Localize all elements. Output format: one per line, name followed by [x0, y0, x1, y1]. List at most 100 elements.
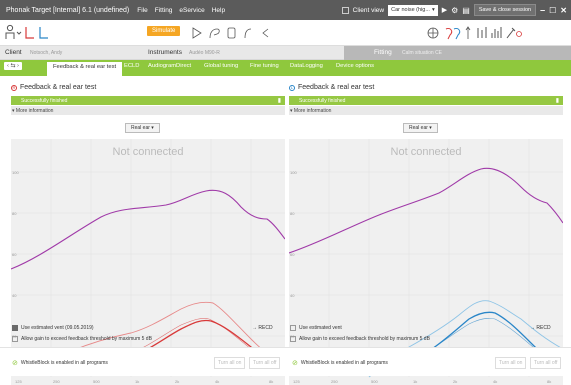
right-whistleblock: ⊘ WhistleBlock is enabled in all program…: [292, 359, 388, 367]
right-vent-checkbox[interactable]: [12, 325, 18, 331]
x-tick: 500: [93, 379, 100, 384]
left-panel-title-text: Feedback & real ear test: [298, 84, 375, 91]
right-ear-badge: R: [11, 84, 17, 91]
y-tick: 100: [290, 170, 297, 175]
instruments-label: Instruments: [148, 49, 182, 56]
right-recd-label: → RECD: [252, 325, 273, 331]
left-whistleblock: ⊘ WhistleBlock is enabled in all program…: [12, 359, 108, 367]
left-vent-checkbox[interactable]: [290, 325, 296, 331]
right-gain-checkbox[interactable]: [12, 336, 18, 342]
tab-datalogging[interactable]: DataLogging: [290, 63, 323, 69]
tab-feedback-real-ear[interactable]: Feedback & real ear test: [47, 62, 123, 76]
right-view-dropdown[interactable]: Real ear ▾: [125, 123, 160, 133]
left-whistleblock-text: WhistleBlock is enabled in all programs: [20, 360, 108, 366]
trash-icon[interactable]: ▮: [556, 97, 559, 104]
y-tick: 40: [290, 293, 295, 298]
right-vent-label: Use estimated vent (09.05.2019): [21, 325, 94, 331]
client-label: Client: [5, 49, 22, 56]
left-not-connected-watermark: Not connected: [391, 146, 462, 158]
left-ear-panel: L Feedback & real ear test Successfully …: [286, 78, 563, 385]
tabs-bar: ‹ ⇆ › Feedback & real ear test ECLD Audi…: [0, 60, 571, 76]
minimize-icon[interactable]: –: [540, 5, 545, 15]
titlebar-controls: Client view Car noise (hig... ▾ ▶ ⚙ ▤ Sa…: [341, 3, 567, 17]
media-icons: [192, 27, 269, 39]
noise-dropdown[interactable]: Car noise (hig... ▾: [388, 4, 438, 16]
client-view-checkbox[interactable]: [341, 6, 349, 14]
left-status-text: Successfully finished: [299, 97, 346, 104]
left-more-info[interactable]: ▾ More information: [290, 108, 331, 114]
chevron-down-icon: ▾: [431, 7, 435, 13]
x-tick: 8k: [547, 379, 551, 384]
right-turn-all-off-button[interactable]: Turn all off: [530, 357, 562, 369]
right-ear-title: R Feedback & real ear test: [11, 84, 96, 91]
left-turn-all-off-button[interactable]: Turn all off: [249, 357, 281, 369]
right-panel-title-text: Feedback & real ear test: [20, 84, 97, 91]
menu-bar: File Fitting eService Help: [137, 7, 225, 14]
client-name[interactable]: Notsoch, Andy: [30, 50, 62, 56]
left-view-dropdown-value: Real ear: [409, 125, 428, 131]
settings-icon[interactable]: ⚙: [451, 6, 458, 15]
x-tick: 4k: [493, 379, 497, 384]
y-tick: 80: [290, 211, 295, 216]
title-bar: Phonak Target [Internal] 6.1 (undefined)…: [0, 0, 571, 20]
x-tick: 250: [331, 379, 338, 384]
menu-eservice[interactable]: eService: [179, 7, 204, 14]
left-recd-link[interactable]: → RECD: [530, 325, 551, 331]
fitting-tools-icons: [427, 26, 522, 40]
right-ear-panel: R Feedback & real ear test Successfully …: [8, 78, 285, 385]
right-more-info[interactable]: ▾ More information: [12, 108, 53, 114]
x-tick: 8k: [269, 379, 273, 384]
right-status-text: Successfully finished: [21, 97, 68, 104]
save-close-button[interactable]: Save & close session: [473, 4, 537, 16]
left-vent-label: Use estimated vent: [299, 325, 342, 331]
x-tick: 2k: [453, 379, 457, 384]
left-gain-label: Allow gain to exceed feedback threshold …: [299, 336, 430, 342]
left-status-bar: Successfully finished ▮: [289, 96, 563, 105]
instruments-value[interactable]: Audéo M90-R: [189, 50, 220, 56]
check-circle-icon: ⊘: [292, 360, 298, 367]
right-not-connected-watermark: Not connected: [113, 146, 184, 158]
save-close-label: Save & close session: [478, 7, 532, 13]
menu-fitting[interactable]: Fitting: [155, 7, 173, 14]
right-vent-option[interactable]: Use estimated vent (09.05.2019): [12, 325, 94, 331]
x-tick: 1k: [135, 379, 139, 384]
client-view-label: Client view: [352, 6, 385, 14]
nav-arrows-button[interactable]: ‹ ⇆ ›: [4, 62, 22, 70]
check-circle-icon: ⊘: [12, 360, 18, 367]
x-tick: 1k: [413, 379, 417, 384]
right-footer: ⊘ WhistleBlock is enabled in all program…: [286, 347, 571, 376]
notes-icon[interactable]: ▤: [462, 6, 470, 15]
y-tick: 60: [12, 252, 17, 257]
fitting-value: Calm situation CE: [402, 50, 443, 56]
right-view-dropdown-value: Real ear: [131, 125, 150, 131]
menu-help[interactable]: Help: [212, 7, 225, 14]
left-turn-all-on-button[interactable]: Turn all on: [214, 357, 246, 369]
left-view-dropdown[interactable]: Real ear ▾: [403, 123, 438, 133]
tab-fine-tuning[interactable]: Fine tuning: [250, 63, 279, 69]
context-bar: Client Notsoch, Andy Instruments Audéo M…: [0, 46, 571, 60]
tab-device-options[interactable]: Device options: [336, 63, 374, 69]
tab-ecld[interactable]: ECLD: [124, 63, 139, 69]
y-tick: 80: [12, 211, 17, 216]
menu-file[interactable]: File: [137, 7, 147, 14]
left-vent-option[interactable]: Use estimated vent: [290, 325, 342, 331]
y-tick: 100: [12, 170, 19, 175]
left-ear-badge: L: [289, 84, 295, 91]
trash-icon[interactable]: ▮: [278, 97, 281, 104]
left-gain-checkbox[interactable]: [290, 336, 296, 342]
tab-audiogramdirect[interactable]: AudiogramDirect: [148, 63, 191, 69]
right-gain-label: Allow gain to exceed feedback threshold …: [21, 336, 152, 342]
right-more-info-text: More information: [15, 108, 54, 114]
x-tick: 125: [293, 379, 300, 384]
play-icon[interactable]: ▶: [442, 6, 447, 14]
fitting-context[interactable]: Fitting Calm situation CE: [344, 46, 571, 60]
tab-global-tuning[interactable]: Global tuning: [204, 63, 238, 69]
right-turn-all-on-button[interactable]: Turn all on: [495, 357, 527, 369]
close-icon[interactable]: ✕: [560, 6, 567, 15]
x-tick: 2k: [175, 379, 179, 384]
left-gain-option[interactable]: Allow gain to exceed feedback threshold …: [290, 336, 430, 342]
maximize-icon[interactable]: ☐: [549, 6, 556, 15]
right-recd-link[interactable]: → RECD: [252, 325, 273, 331]
simulate-button[interactable]: Simulate: [147, 26, 181, 36]
right-gain-option[interactable]: Allow gain to exceed feedback threshold …: [12, 336, 152, 342]
